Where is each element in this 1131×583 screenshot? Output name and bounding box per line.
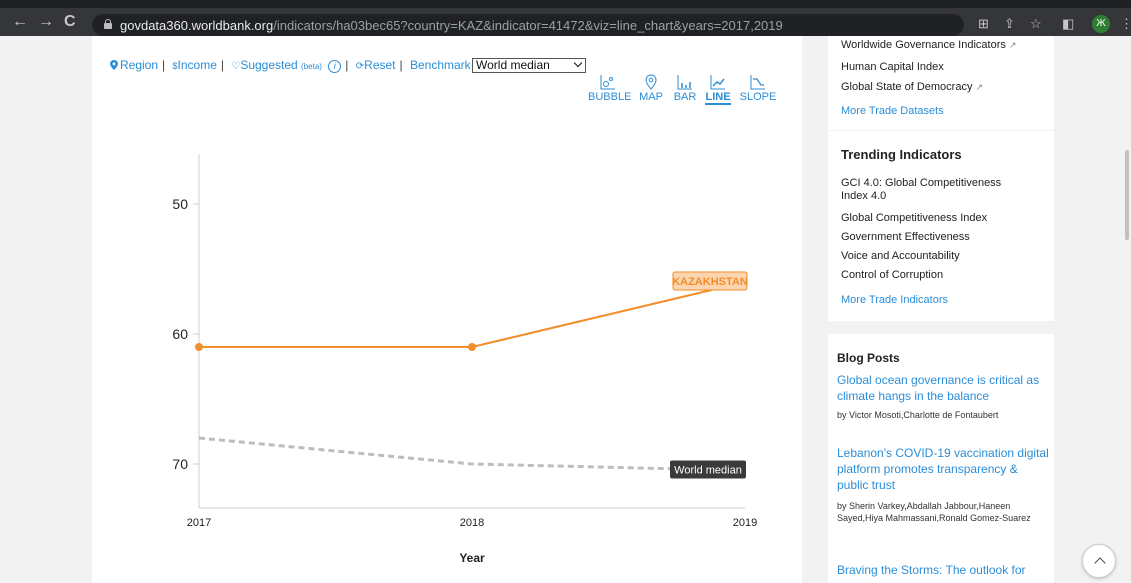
y-tick-label: 60 (172, 326, 188, 342)
blog-title: Blog Posts (837, 351, 900, 365)
dataset-label: Global State of Democracy (841, 81, 973, 93)
more-indicators-link[interactable]: More Trade Indicators (841, 294, 948, 306)
url-domain: govdata360.worldbank.org (120, 18, 274, 33)
series (195, 281, 746, 472)
trending-item[interactable]: GCI 4.0: Global Competitiveness Index 4.… (841, 177, 1013, 203)
scrollbar-thumb[interactable] (1125, 150, 1129, 240)
blog-card: Blog Posts Global ocean governance is cr… (828, 334, 1054, 583)
dataset-label: Worldwide Governance Indicators (841, 39, 1006, 51)
trending-item[interactable]: Global Competitiveness Index (841, 212, 987, 225)
chart-panel: Region | $Income | ♡Suggested (beta) i | ⟳R… (92, 36, 802, 583)
forward-arrow-icon[interactable]: → (38, 14, 54, 30)
world-median-line (198, 436, 746, 472)
data-point (195, 343, 203, 351)
data-point (468, 343, 476, 351)
x-tick-label: 2019 (733, 517, 757, 529)
kazakhstan-line (199, 281, 746, 348)
blog-post-author: by Sherin Varkey,Abdallah Jabbour,Haneen… (837, 501, 1031, 523)
url-path: /indicators/ha03bec65?country=KAZ&indica… (273, 18, 783, 33)
address-bar[interactable]: govdata360.worldbank.org/indicators/ha03… (92, 14, 964, 36)
y-tick-label: 70 (172, 456, 188, 472)
trending-card: Trending Indicators GCI 4.0: Global Comp… (828, 131, 1054, 321)
trending-item[interactable]: Government Effectiveness (841, 231, 970, 244)
blog-post-link[interactable]: Lebanon's COVID-19 vaccination digital p… (837, 445, 1051, 493)
blog-post-link[interactable]: Global ocean governance is critical as c… (837, 372, 1045, 404)
x-tick-label: 2017 (187, 517, 211, 529)
datasets-card: Worldwide Governance Indicators ↗ Human … (828, 36, 1054, 130)
menu-dots-icon[interactable]: ⋮ (1120, 17, 1131, 31)
dataset-item[interactable]: Global State of Democracy ↗ (841, 81, 983, 94)
reload-icon[interactable]: C (64, 14, 76, 30)
dataset-item[interactable]: Human Capital Index (841, 61, 944, 74)
blog-post-author: by Victor Mosoti,Charlotte de Fontaubert (837, 410, 999, 420)
side-panel-icon[interactable]: ◧ (1062, 17, 1074, 31)
trending-item[interactable]: Voice and Accountability (841, 250, 960, 263)
browser-toolbar: ← → C govdata360.worldbank.org/indicator… (0, 0, 1131, 36)
chevron-up-icon (1094, 557, 1106, 569)
translate-icon[interactable]: ⊞ (978, 17, 989, 31)
dataset-item[interactable]: Worldwide Governance Indicators ↗ (841, 39, 1017, 52)
world-median-label: World median (674, 465, 742, 477)
share-icon[interactable]: ⇪ (1004, 17, 1015, 31)
sidebar: Worldwide Governance Indicators ↗ Human … (828, 36, 1054, 583)
back-arrow-icon[interactable]: ← (12, 14, 28, 30)
x-ticks: 2017 2018 2019 (187, 517, 757, 529)
x-axis-title: Year (459, 551, 485, 565)
profile-avatar[interactable]: Ж (1092, 15, 1110, 33)
blog-post-link[interactable]: Braving the Storms: The outlook for (837, 562, 1051, 578)
x-tick-label: 2018 (460, 517, 484, 529)
trending-title: Trending Indicators (841, 147, 962, 162)
y-ticks: 50 60 70 (172, 196, 199, 472)
lock-icon (104, 19, 112, 29)
external-link-icon: ↗ (975, 82, 984, 92)
trending-item[interactable]: Control of Corruption (841, 269, 943, 282)
url-text[interactable]: govdata360.worldbank.org/indicators/ha03… (120, 18, 783, 33)
y-tick-label: 50 (172, 196, 188, 212)
more-datasets-link[interactable]: More Trade Datasets (841, 105, 944, 117)
dataset-label: Human Capital Index (841, 61, 944, 73)
series-labels: KAZAKHSTAN World median (670, 271, 748, 479)
tab-strip (0, 0, 1131, 8)
bookmark-star-icon[interactable]: ☆ (1030, 17, 1042, 31)
line-chart: 50 60 70 2017 2018 2019 KAZAKHSTAN World medi… (172, 154, 757, 565)
kazakhstan-label: KAZAKHSTAN (672, 276, 748, 288)
scroll-to-top-button[interactable] (1082, 544, 1116, 578)
external-link-icon: ↗ (1008, 40, 1017, 50)
